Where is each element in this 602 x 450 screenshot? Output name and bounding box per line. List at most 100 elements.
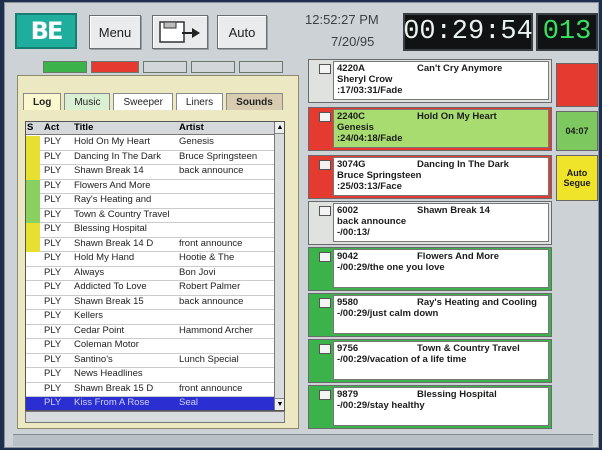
table-row[interactable]: PLY News Headlines (26, 368, 274, 383)
table-row[interactable]: PLY Shawn Break 15 D front announce (26, 382, 274, 397)
cart-number: 9042 (337, 251, 359, 262)
cart-slot[interactable]: 6002 Shawn Break 14 back announce -/00:13/ (308, 201, 552, 245)
status-cell (26, 208, 40, 223)
stop-button[interactable] (556, 63, 598, 107)
cart-artist: Genesis (337, 122, 374, 133)
table-row[interactable]: PLY Coleman Motor (26, 339, 274, 354)
cart-icon (319, 344, 331, 354)
group-tab-4[interactable] (191, 61, 235, 73)
act-cell: PLY (44, 252, 62, 263)
cart-info: 2240C Hold On My Heart Genesis:24/04:18/Fa… (333, 109, 549, 148)
tab-sounds[interactable]: Sounds (226, 93, 283, 110)
cart-timing: -/00:29/vacation of a life time (337, 354, 467, 365)
table-row[interactable]: PLY Kellers (26, 310, 274, 325)
cart-icon (319, 252, 331, 262)
tab-liners[interactable]: Liners (175, 93, 224, 110)
title-cell: Cedar Point (74, 324, 125, 336)
tab-sweeper[interactable]: Sweeper (113, 93, 173, 110)
cart-slot[interactable]: 9042 Flowers And More -/00:29/the one you … (308, 247, 552, 291)
tab-music[interactable]: Music (64, 93, 111, 110)
cart-slot[interactable]: 9756 Town & Country Travel -/00:29/vacatio… (308, 339, 552, 383)
remaining-time-button[interactable]: 04:07 (556, 111, 598, 151)
table-row[interactable]: PLY Blessing Hospital (26, 223, 274, 238)
scroll-down-arrow-icon[interactable]: ▼ (275, 398, 284, 410)
artist-cell: Seal (179, 397, 199, 408)
table-row[interactable]: PLY Always Bon Jovi (26, 267, 274, 282)
table-row[interactable]: PLY Flowers And More (26, 179, 274, 194)
title-cell: Kiss From A Rose (74, 397, 150, 408)
cart-line-1: 9580 Ray's Heating and Cooling (337, 297, 545, 308)
table-row[interactable]: PLY Addicted To Love Robert Palmer (26, 281, 274, 296)
cart-slot[interactable]: 2240C Hold On My Heart Genesis:24/04:18/Fa… (308, 107, 552, 151)
group-tab-5[interactable] (239, 61, 283, 73)
cart-info: 3074G Dancing In The Dark Bruce Springstee… (333, 157, 549, 196)
status-cell (26, 397, 40, 410)
title-cell: Flowers And More (74, 179, 151, 191)
artist-cell: Genesis (179, 136, 214, 147)
auto-button[interactable]: Auto (217, 15, 267, 49)
tab-log[interactable]: Log (23, 93, 62, 110)
group-tab-1[interactable] (43, 61, 87, 73)
export-button[interactable] (152, 15, 208, 49)
act-cell: PLY (44, 136, 62, 147)
title-cell: Coleman Motor (74, 339, 139, 350)
cart-title: Hold On My Heart (417, 111, 497, 122)
status-cell (26, 281, 40, 296)
act-cell: PLY (44, 339, 62, 350)
table-row[interactable]: PLY Hold On My Heart Genesis (26, 136, 274, 151)
scroll-up-arrow-icon[interactable]: ▲ (275, 122, 284, 134)
event-counter: 013 (536, 13, 598, 51)
col-header-title[interactable]: Title (74, 122, 178, 133)
table-row[interactable]: PLY Dancing In The Dark Bruce Springsteen (26, 150, 274, 165)
cart-slot[interactable]: 3074G Dancing In The Dark Bruce Springstee… (308, 155, 552, 199)
status-cell (26, 296, 40, 311)
status-cell (26, 165, 40, 180)
cart-status-strip (309, 340, 317, 382)
cart-number: 6002 (337, 205, 359, 216)
cart-status-strip (309, 248, 317, 290)
title-cell: Blessing Hospital (74, 223, 147, 234)
table-row[interactable]: PLY Shawn Break 14 D front announce (26, 237, 274, 252)
table-row[interactable]: PLY Cedar Point Hammond Archer (26, 324, 274, 339)
group-tab-2[interactable] (91, 61, 139, 73)
cart-icon (319, 206, 331, 216)
cart-timing: -/00:13/ (337, 227, 370, 238)
act-cell: PLY (44, 295, 62, 307)
cart-slot[interactable]: 4220A Can't Cry Anymore Sheryl Crow:17/03:… (308, 59, 552, 103)
cart-title: Flowers And More (417, 251, 499, 262)
act-cell: PLY (44, 179, 62, 191)
cart-info: 9756 Town & Country Travel -/00:29/vacatio… (333, 341, 549, 380)
cart-slot[interactable]: 9879 Blessing Hospital -/00:29/stay health… (308, 385, 552, 429)
horizontal-scrollbar[interactable] (25, 411, 285, 423)
table-row[interactable]: PLY Hold My Hand Hootie & The (26, 252, 274, 267)
col-header-artist[interactable]: Artist (179, 122, 274, 133)
cart-timing: :24/04:18/Fade (337, 133, 403, 144)
status-cell (26, 267, 40, 282)
col-header-status[interactable]: S (27, 122, 41, 133)
log-grid-header: S Act Title Artist (26, 122, 274, 135)
table-row[interactable]: PLY Ray's Heating and (26, 194, 274, 209)
cart-info: 6002 Shawn Break 14 back announce -/00:13/ (333, 203, 549, 242)
table-row[interactable]: PLY Santino's Lunch Special (26, 354, 274, 368)
log-grid: S Act Title Artist PLY Hold On My Heart Ge… (25, 121, 285, 411)
auto-segue-button[interactable]: Auto Segue (556, 155, 598, 201)
menu-button[interactable]: Menu (89, 15, 141, 49)
cart-artist: back announce (337, 216, 407, 227)
cart-line-1: 9756 Town & Country Travel (337, 343, 545, 354)
vertical-scrollbar[interactable]: ▲ ▼ (274, 122, 284, 410)
cart-timing: -/00:29/the one you love (337, 262, 445, 273)
table-row[interactable]: PLY Kiss From A Rose Seal (26, 397, 274, 410)
table-row[interactable]: PLY Shawn Break 14 back announce (26, 165, 274, 180)
cart-info: 9580 Ray's Heating and Cooling -/00:29/jus… (333, 295, 549, 334)
broadcast-electronics-logo: BE (15, 13, 77, 49)
cart-status-strip (309, 294, 317, 336)
artist-cell: front announce (179, 382, 243, 394)
title-cell: Town & Country Travel (74, 208, 170, 220)
col-header-act[interactable]: Act (44, 122, 72, 133)
status-cell (26, 237, 40, 252)
cart-icon (319, 160, 331, 170)
cart-slot[interactable]: 9580 Ray's Heating and Cooling -/00:29/jus… (308, 293, 552, 337)
group-tab-3[interactable] (143, 61, 187, 73)
table-row[interactable]: PLY Shawn Break 15 back announce (26, 295, 274, 311)
table-row[interactable]: PLY Town & Country Travel (26, 208, 274, 223)
